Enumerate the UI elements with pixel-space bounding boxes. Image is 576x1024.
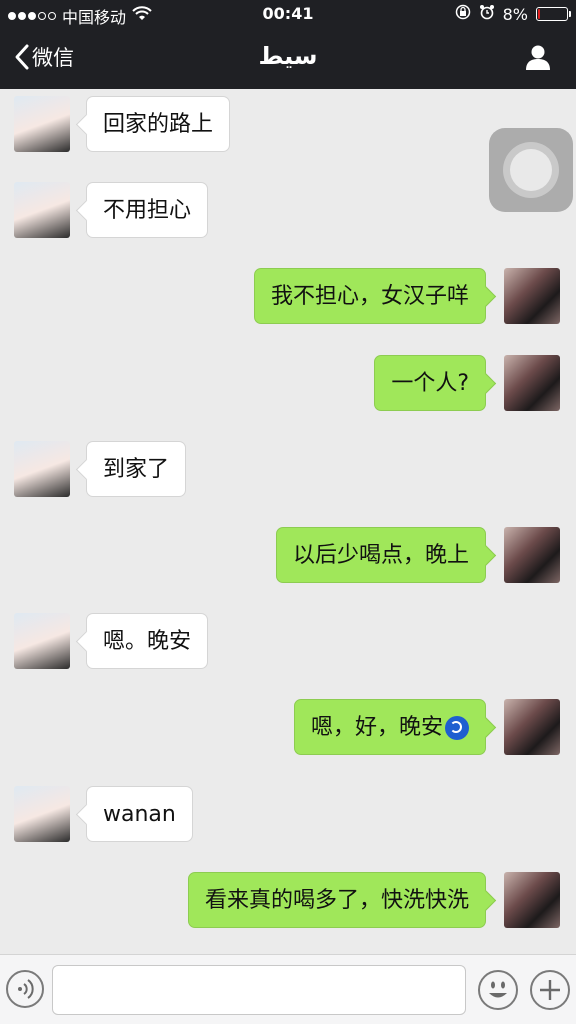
message-bubble[interactable]: 回家的路上 (86, 96, 231, 152)
message-text: 不用担心 (103, 198, 192, 224)
message-input[interactable] (52, 965, 466, 1015)
message-text: 嗯，好，晚安 (310, 715, 443, 741)
message-text: 一个人? (391, 370, 469, 396)
incoming-message-row: 到家了 (0, 440, 576, 499)
moon-emoji-icon (445, 716, 469, 741)
outgoing-message-row: 一个人? (0, 354, 576, 413)
rotation-lock-icon (455, 4, 471, 24)
battery-level (538, 9, 541, 19)
chat-title: سيط (258, 42, 318, 70)
message-text: 嗯。晚安 (103, 629, 192, 655)
message-bubble[interactable]: 不用担心 (86, 182, 209, 239)
voice-button[interactable] (6, 970, 44, 1008)
message-text: 我不担心，女汉子咩 (270, 284, 469, 310)
contact-avatar[interactable] (14, 182, 70, 239)
incoming-message-row: 嗯。晚安 (0, 613, 576, 671)
my-avatar[interactable] (504, 871, 560, 928)
outgoing-message-row: 看来真的喝多了，快洗快洗 (0, 871, 576, 930)
emoji-icon (489, 981, 507, 998)
contact-avatar[interactable] (14, 785, 70, 842)
outgoing-message-row: 嗯，好，晚安 (0, 699, 576, 757)
alarm-icon (479, 4, 495, 24)
status-right: 8% (455, 4, 571, 24)
more-button[interactable] (530, 970, 570, 1010)
message-text: wanan (103, 801, 176, 827)
outgoing-message-row: 以后少喝点，晚上 (0, 527, 576, 585)
chat-info-button[interactable] (524, 43, 552, 75)
my-avatar[interactable] (504, 699, 560, 756)
contact-avatar[interactable] (14, 613, 70, 670)
message-bubble[interactable]: 嗯。晚安 (86, 613, 209, 670)
status-bar: 中国移动 00:41 8% (0, 0, 576, 30)
my-avatar[interactable] (504, 527, 560, 583)
message-list[interactable]: 回家的路上不用担心我不担心，女汉子咩一个人? 到家了以后少喝点，晚上嗯。晚安嗯，好… (0, 89, 576, 954)
emoji-button[interactable] (478, 970, 518, 1010)
voice-icon (18, 979, 34, 999)
message-text: 回家的路上 (103, 112, 214, 137)
plus-icon (540, 980, 560, 1000)
message-text: 到家了 (103, 456, 170, 482)
message-bubble[interactable]: wanan (86, 785, 193, 842)
battery-icon (536, 7, 571, 21)
message-text: 看来真的喝多了，快洗快洗 (204, 887, 469, 913)
outgoing-message-row: 我不担心，女汉子咩 (0, 268, 576, 326)
my-avatar[interactable] (504, 354, 560, 411)
message-bubble[interactable]: 看来真的喝多了，快洗快洗 (187, 871, 486, 928)
battery-percent: 8% (502, 4, 528, 24)
my-avatar[interactable] (504, 268, 560, 325)
contact-avatar[interactable] (14, 96, 70, 152)
message-bubble[interactable]: 一个人? (374, 354, 486, 411)
navigation-bar: 微信 سيط (0, 30, 576, 89)
message-bubble[interactable]: 我不担心，女汉子咩 (253, 268, 486, 325)
message-bubble[interactable]: 以后少喝点，晚上 (275, 527, 486, 583)
contact-avatar[interactable] (14, 440, 70, 497)
incoming-message-row: wanan (0, 785, 576, 844)
assistive-touch-button[interactable] (489, 128, 573, 212)
person-icon (526, 45, 550, 70)
message-bubble[interactable]: 到家了 (86, 440, 187, 497)
message-text: 以后少喝点，晚上 (292, 543, 469, 568)
message-bubble[interactable]: 嗯，好，晚安 (293, 699, 486, 756)
input-bar (0, 954, 576, 1024)
